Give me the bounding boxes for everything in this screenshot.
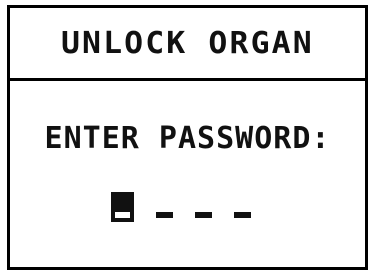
display-frame: UNLOCK ORGAN ENTER PASSWORD: [7,5,368,270]
password-digit-3[interactable] [195,212,212,218]
password-prompt: ENTER PASSWORD: [44,121,331,156]
lcd-screen: UNLOCK ORGAN ENTER PASSWORD: [0,0,384,270]
password-digit-1-cursor[interactable] [111,192,134,222]
screen-title: UNLOCK ORGAN [61,25,314,61]
password-field[interactable] [111,190,251,222]
title-bar: UNLOCK ORGAN [10,8,365,81]
password-digit-4[interactable] [234,212,251,218]
password-digit-2[interactable] [156,212,173,218]
